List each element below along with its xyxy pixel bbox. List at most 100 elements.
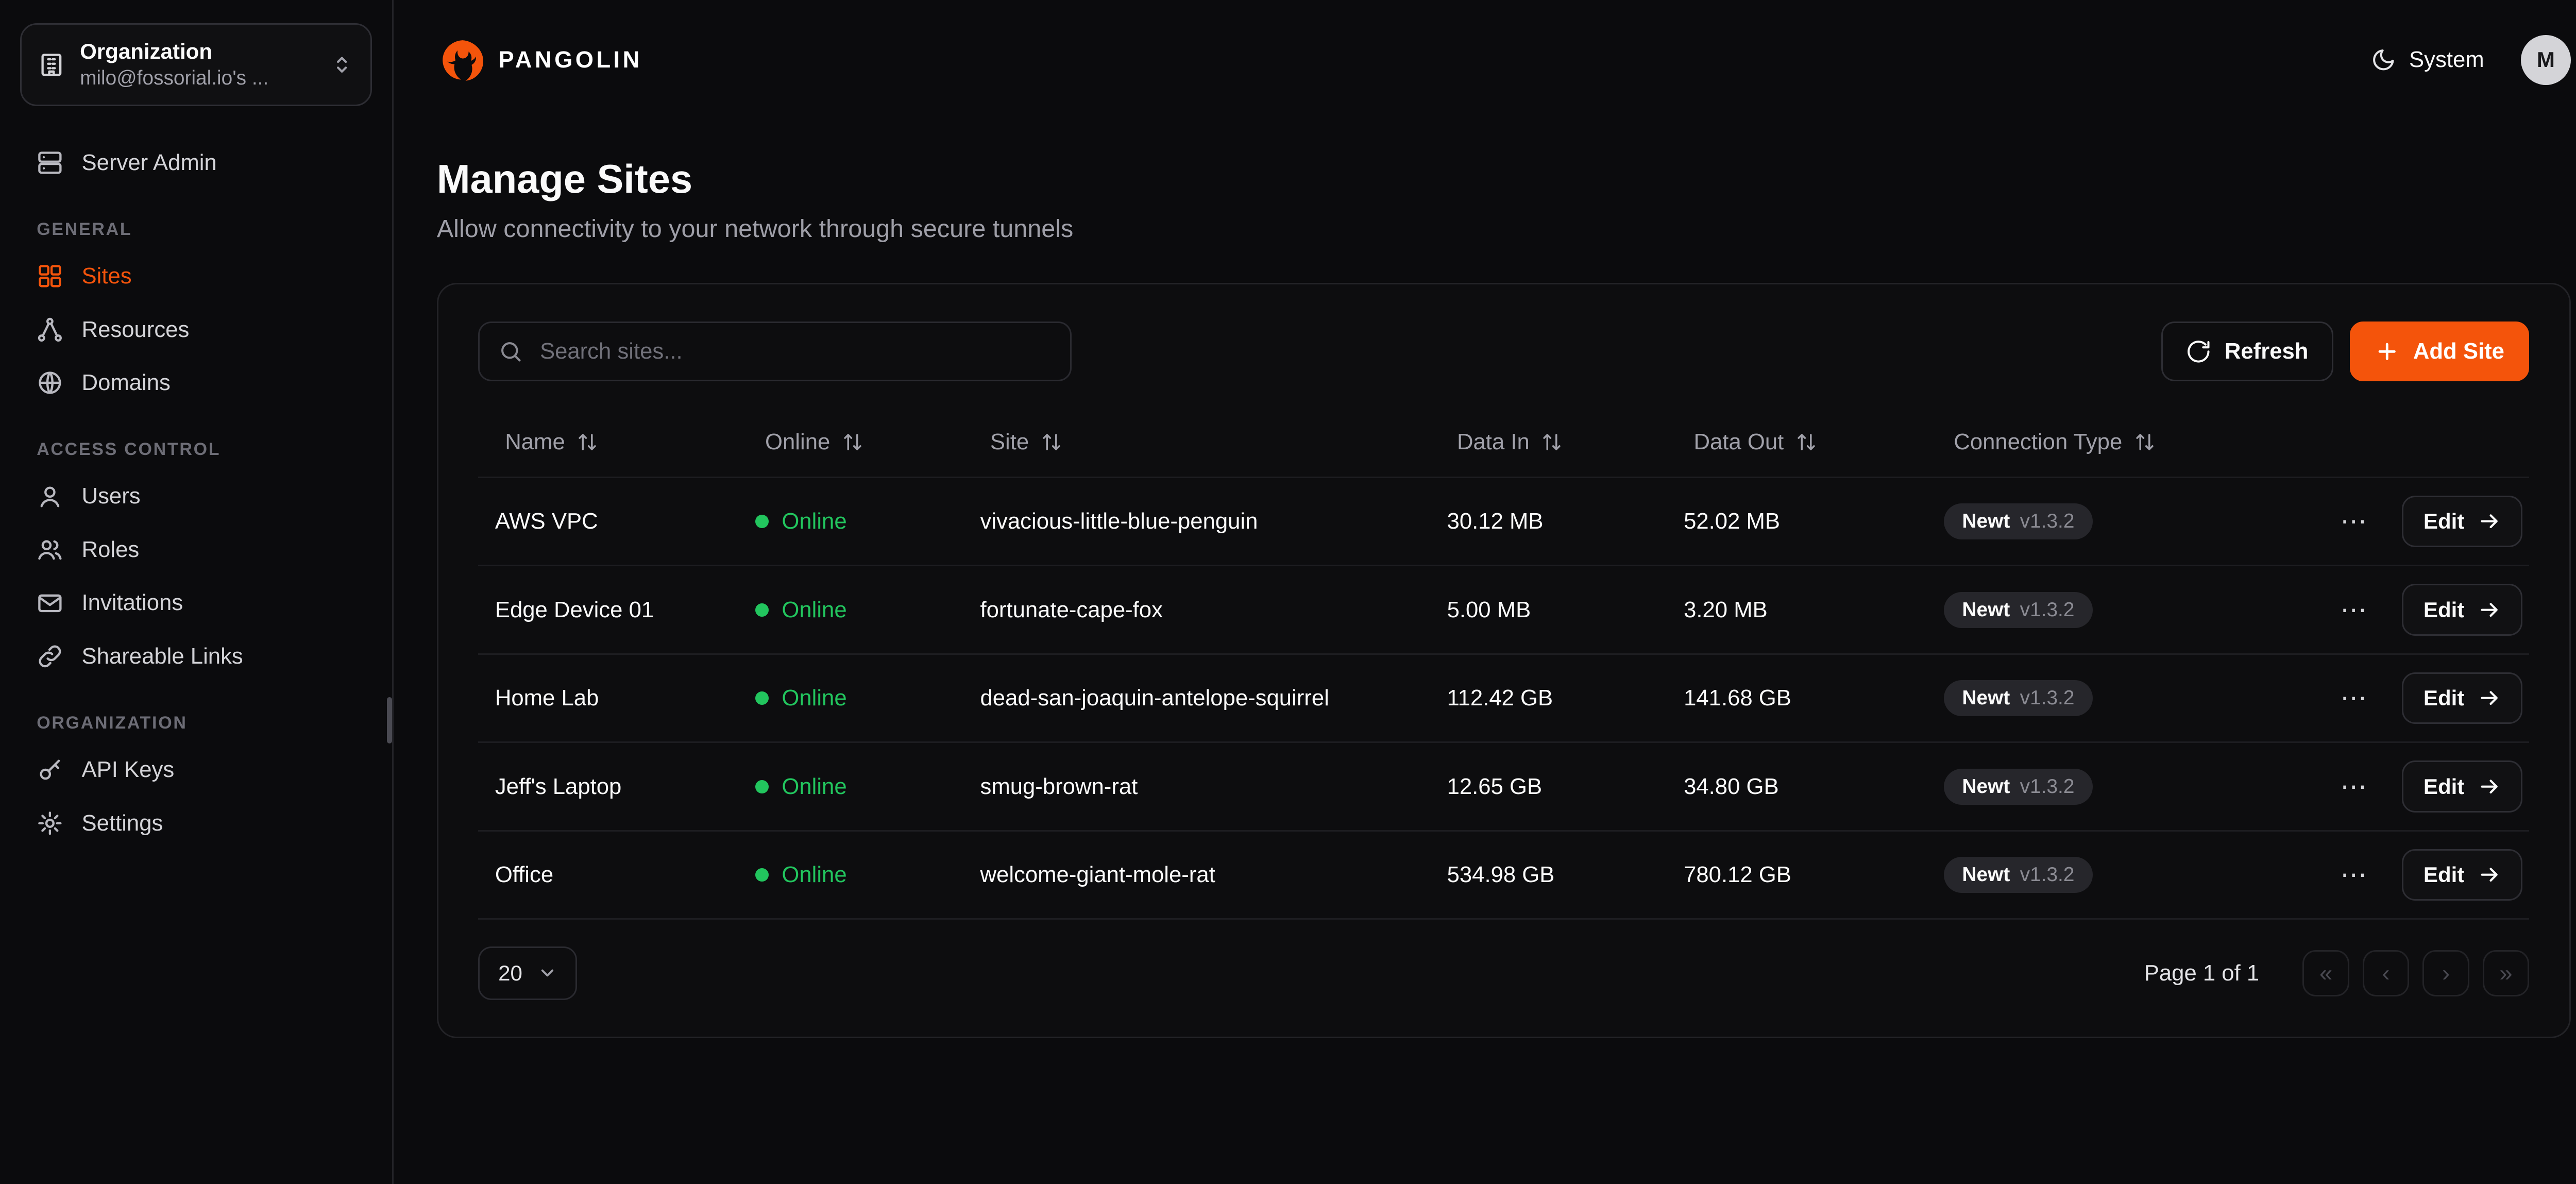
gear-icon xyxy=(37,810,63,837)
site-name: Jeff's Laptop xyxy=(478,774,738,800)
sidebar-item-shareable-links[interactable]: Shareable Links xyxy=(20,630,372,683)
edit-button[interactable]: Edit xyxy=(2402,584,2522,635)
connection-badge: Newt v1.3.2 xyxy=(1944,592,2093,628)
edit-button[interactable]: Edit xyxy=(2402,672,2522,724)
first-page-button[interactable]: « xyxy=(2302,950,2349,997)
online-dot-icon xyxy=(755,780,769,793)
pangolin-logo-icon xyxy=(437,37,484,83)
sort-data-out-button[interactable]: Data Out xyxy=(1693,429,1817,455)
arrow-right-icon xyxy=(2478,686,2501,709)
connection-type-cell: Newt v1.3.2 xyxy=(1927,503,2213,539)
site-slug: welcome-giant-mole-rat xyxy=(963,862,1430,888)
column-header-online: Online xyxy=(738,429,963,455)
sort-arrows-icon xyxy=(1041,431,1062,453)
table-body: AWS VPC Online vivacious-little-blue-pen… xyxy=(478,478,2529,920)
org-subtitle: milo@fossorial.io's ... xyxy=(80,65,315,91)
edit-button[interactable]: Edit xyxy=(2402,496,2522,547)
table-row-office: Office Online welcome-giant-mole-rat 534… xyxy=(478,832,2529,920)
sort-arrows-icon xyxy=(1541,431,1563,453)
search-input[interactable] xyxy=(536,337,1052,366)
sidebar-item-label: Users xyxy=(82,483,141,509)
sidebar-nav: GENERALSitesResourcesDomainsACCESS CONTR… xyxy=(20,219,372,850)
page-size-select[interactable]: 20 xyxy=(478,946,577,1000)
theme-toggle[interactable]: System xyxy=(2371,47,2484,73)
data-out-value: 780.12 GB xyxy=(1667,862,1927,888)
page-header: Manage Sites Allow connectivity to your … xyxy=(394,120,2576,243)
sidebar-item-sites[interactable]: Sites xyxy=(20,249,372,303)
connection-badge: Newt v1.3.2 xyxy=(1944,503,2093,539)
sidebar-item-label: Domains xyxy=(82,370,171,396)
last-page-button[interactable]: » xyxy=(2483,950,2530,997)
table-header: Name Online Site Data In Data Out Connection … xyxy=(478,408,2529,478)
data-out-value: 141.68 GB xyxy=(1667,685,1927,711)
sidebar-item-server-admin[interactable]: Server Admin xyxy=(20,136,372,190)
connection-version: v1.3.2 xyxy=(2020,775,2075,798)
column-header-data-out: Data Out xyxy=(1667,429,1927,455)
connection-name: Newt xyxy=(1962,510,2010,533)
main-area: PANGOLIN System M Manage Sites Allow con… xyxy=(394,0,2576,1184)
table-toolbar: Refresh Add Site xyxy=(478,322,2529,381)
sidebar: Organization milo@fossorial.io's ... Ser… xyxy=(0,0,394,1184)
online-dot-icon xyxy=(755,868,769,882)
row-actions: ⋯ Edit xyxy=(2212,584,2529,635)
edit-button[interactable]: Edit xyxy=(2402,849,2522,901)
brand-link[interactable]: PANGOLIN xyxy=(437,37,642,83)
table-row-jeff-s-laptop: Jeff's Laptop Online smug-brown-rat 12.6… xyxy=(478,743,2529,832)
sort-arrows-icon xyxy=(1795,431,1817,453)
sidebar-item-settings[interactable]: Settings xyxy=(20,797,372,850)
sort-name-button[interactable]: Name xyxy=(505,429,598,455)
connection-type-cell: Newt v1.3.2 xyxy=(1927,769,2213,805)
data-in-value: 12.65 GB xyxy=(1430,774,1667,800)
row-menu-button[interactable]: ⋯ xyxy=(2333,858,2375,892)
online-status: Online xyxy=(738,862,963,888)
row-menu-button[interactable]: ⋯ xyxy=(2333,505,2375,538)
site-name: Edge Device 01 xyxy=(478,597,738,623)
pagination: Page 1 of 1 « ‹ › » xyxy=(2144,950,2530,997)
moon-icon xyxy=(2371,47,2396,73)
avatar[interactable]: M xyxy=(2521,35,2571,85)
connection-version: v1.3.2 xyxy=(2020,687,2075,709)
toolbar-actions: Refresh Add Site xyxy=(2161,322,2529,381)
scrollbar-thumb[interactable] xyxy=(387,697,392,744)
sort-data-in-button[interactable]: Data In xyxy=(1457,429,1563,455)
column-label: Data Out xyxy=(1693,429,1784,455)
online-label: Online xyxy=(782,597,846,623)
row-actions: ⋯ Edit xyxy=(2212,496,2529,547)
sidebar-item-resources[interactable]: Resources xyxy=(20,303,372,357)
online-dot-icon xyxy=(755,691,769,705)
sidebar-item-label: Server Admin xyxy=(82,150,217,176)
column-header-site: Site xyxy=(963,429,1430,455)
sort-connection-type-button[interactable]: Connection Type xyxy=(1954,429,2156,455)
data-out-value: 52.02 MB xyxy=(1667,509,1927,534)
sidebar-item-users[interactable]: Users xyxy=(20,470,372,523)
section-label-organization: ORGANIZATION xyxy=(37,713,355,733)
globe-icon xyxy=(37,369,63,396)
sidebar-item-roles[interactable]: Roles xyxy=(20,523,372,577)
online-label: Online xyxy=(782,509,846,534)
table-footer: 20 Page 1 of 1 « ‹ › » xyxy=(478,946,2529,1000)
arrow-right-icon xyxy=(2478,598,2501,621)
next-page-button[interactable]: › xyxy=(2422,950,2469,997)
edit-button[interactable]: Edit xyxy=(2402,760,2522,812)
online-label: Online xyxy=(782,774,846,800)
row-menu-button[interactable]: ⋯ xyxy=(2333,593,2375,627)
prev-page-button[interactable]: ‹ xyxy=(2363,950,2410,997)
sort-online-button[interactable]: Online xyxy=(765,429,863,455)
site-slug: fortunate-cape-fox xyxy=(963,597,1430,623)
sidebar-item-invitations[interactable]: Invitations xyxy=(20,577,372,630)
refresh-icon xyxy=(2186,339,2211,364)
row-menu-button[interactable]: ⋯ xyxy=(2333,682,2375,715)
sidebar-item-label: Settings xyxy=(82,810,163,836)
sidebar-item-domains[interactable]: Domains xyxy=(20,357,372,410)
page-size-value: 20 xyxy=(498,961,522,986)
refresh-button[interactable]: Refresh xyxy=(2161,322,2333,381)
add-site-button[interactable]: Add Site xyxy=(2350,322,2529,381)
row-menu-button[interactable]: ⋯ xyxy=(2333,770,2375,803)
data-in-value: 534.98 GB xyxy=(1430,862,1667,888)
sort-site-button[interactable]: Site xyxy=(990,429,1062,455)
data-in-value: 30.12 MB xyxy=(1430,509,1667,534)
org-selector[interactable]: Organization milo@fossorial.io's ... xyxy=(20,23,372,106)
sidebar-item-api-keys[interactable]: API Keys xyxy=(20,743,372,797)
mail-icon xyxy=(37,590,63,617)
refresh-label: Refresh xyxy=(2225,339,2309,364)
